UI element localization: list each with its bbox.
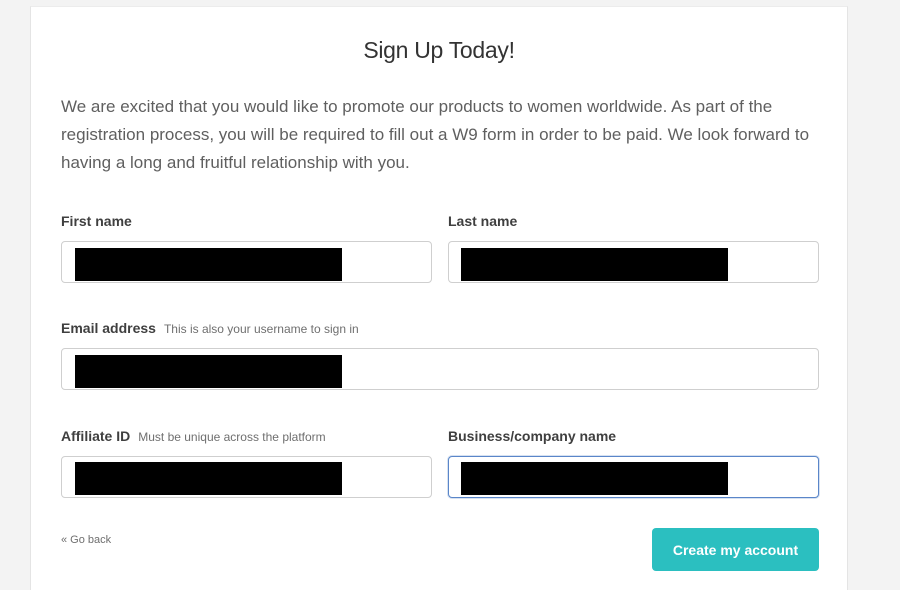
email-label-text: Email address <box>61 320 156 336</box>
create-account-button[interactable]: Create my account <box>652 528 819 571</box>
business-name-label: Business/company name <box>448 428 616 444</box>
redaction-bar <box>75 355 342 388</box>
first-name-label: First name <box>61 213 132 229</box>
last-name-label-text: Last name <box>448 213 518 229</box>
email-hint: This is also your username to sign in <box>163 322 359 336</box>
affiliate-id-hint: Must be unique across the platform <box>138 430 326 444</box>
signup-card: Sign Up Today! We are excited that you w… <box>30 6 848 590</box>
first-name-label-text: First name <box>61 213 132 229</box>
affiliate-id-label-text: Affiliate ID <box>61 428 131 444</box>
email-label: Email address This is also your username … <box>61 320 359 336</box>
intro-text: We are excited that you would like to pr… <box>61 97 810 172</box>
last-name-label: Last name <box>448 213 517 229</box>
page-title: Sign Up Today! <box>363 37 515 63</box>
go-back-link[interactable]: « Go back <box>61 534 111 546</box>
business-name-label-text: Business/company name <box>448 428 617 444</box>
affiliate-id-label: Affiliate ID Must be unique across the pl… <box>61 428 326 444</box>
redaction-bar <box>75 248 342 281</box>
redaction-bar <box>461 248 728 281</box>
redaction-bar <box>75 462 342 495</box>
redaction-bar <box>461 462 728 495</box>
